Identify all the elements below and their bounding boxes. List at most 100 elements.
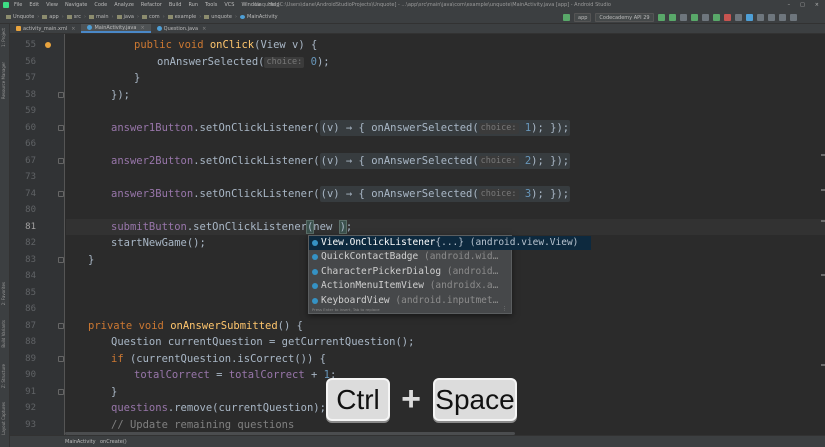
completion-hint: Press Enter to insert, Tab to replace xyxy=(312,307,380,312)
menu-edit[interactable]: Edit xyxy=(29,0,39,10)
scroll-marker[interactable] xyxy=(821,154,825,156)
maximize-icon[interactable]: □ xyxy=(800,0,805,10)
parameter-hint: choice: xyxy=(264,56,305,68)
fold-icon[interactable] xyxy=(58,257,64,263)
hammer-build-icon[interactable] xyxy=(563,13,570,21)
code-line: Question currentQuestion = getCurrentQue… xyxy=(111,336,415,348)
completion-item[interactable]: QuickContactBadge (android.wid… xyxy=(309,250,511,264)
line-number-gutter[interactable]: 55 56 57 58 59 60 66 67 73 74 80 81 82 8… xyxy=(10,34,65,435)
scroll-marker[interactable] xyxy=(821,364,825,366)
line-number: 91 xyxy=(25,386,36,397)
parameter-hint: choice: xyxy=(478,155,519,167)
crumb-example[interactable]: example xyxy=(168,10,197,24)
breadcrumb-method[interactable]: onCreate() xyxy=(100,436,127,447)
tab-mainactivity-java[interactable]: MainActivity.java × xyxy=(81,23,151,33)
override-marker-icon[interactable] xyxy=(45,42,51,48)
class-icon xyxy=(312,297,318,304)
fold-icon[interactable] xyxy=(58,191,64,197)
line-number: 85 xyxy=(25,287,36,298)
menu-build[interactable]: Build xyxy=(169,0,182,10)
fold-icon[interactable] xyxy=(58,92,64,98)
crumb-src[interactable]: src xyxy=(67,10,81,24)
scroll-marker[interactable] xyxy=(821,189,825,191)
run-config-select[interactable]: app xyxy=(574,12,592,22)
debug-icon[interactable] xyxy=(690,13,698,21)
menu-code[interactable]: Code xyxy=(94,0,107,10)
fold-icon[interactable] xyxy=(58,158,64,164)
completion-item[interactable]: ActionMenuItemView (androidx.a… xyxy=(309,279,511,293)
line-number: 60 xyxy=(25,122,36,133)
menu-file[interactable]: File xyxy=(14,0,22,10)
interface-icon xyxy=(312,240,318,246)
apply-changes-icon[interactable] xyxy=(668,13,676,21)
device-file-icon[interactable] xyxy=(778,13,786,21)
completion-item[interactable]: KeyboardView (android.inputmet… xyxy=(309,294,511,308)
folded-lambda[interactable]: (v) → { onAnswerSelected(choice: 3); }); xyxy=(319,185,571,202)
fold-icon[interactable] xyxy=(58,125,64,131)
more-options-icon[interactable]: ⋮ xyxy=(502,306,507,312)
current-line-number: 81 xyxy=(25,221,36,232)
menu-run[interactable]: Run xyxy=(188,0,198,10)
line-number: 55 xyxy=(25,40,36,50)
line-number: 59 xyxy=(25,106,36,116)
sync-icon[interactable] xyxy=(734,13,742,21)
ctrl-keycap: Ctrl xyxy=(326,378,390,421)
tab-question-java[interactable]: Question.java × xyxy=(151,24,213,33)
menu-navigate[interactable]: Navigate xyxy=(65,0,87,10)
menu-analyze[interactable]: Analyze xyxy=(114,0,134,10)
current-code-line: submitButton.setOnClickListener(new ); xyxy=(66,218,825,235)
menu-bar: File Edit View Navigate Code Analyze Ref… xyxy=(14,0,280,10)
tab-activity-main-xml[interactable]: activity_main.xml × xyxy=(10,24,81,33)
search-icon[interactable] xyxy=(789,13,797,21)
line-number: 73 xyxy=(25,172,36,182)
layout-inspector-icon[interactable] xyxy=(767,13,775,21)
fold-icon[interactable] xyxy=(58,356,64,362)
fold-icon[interactable] xyxy=(58,389,64,395)
folded-lambda[interactable]: (v) → { onAnswerSelected(choice: 1); }); xyxy=(319,119,571,136)
code-line: answer3Button.setOnClickListener((v) → {… xyxy=(66,185,825,202)
code-line: answer2Button.setOnClickListener((v) → {… xyxy=(66,152,825,169)
stop-icon[interactable] xyxy=(723,13,731,21)
profile-icon[interactable] xyxy=(701,13,709,21)
minimize-icon[interactable]: – xyxy=(788,0,791,10)
completion-item-selected[interactable]: View.OnClickListener{...} (android.view.… xyxy=(309,236,591,251)
close-icon[interactable]: × xyxy=(815,0,819,10)
line-number: 83 xyxy=(25,254,36,265)
crumb-project[interactable]: Unquote xyxy=(6,10,34,24)
xml-file-icon xyxy=(16,26,21,31)
menu-refactor[interactable]: Refactor xyxy=(141,0,162,10)
completion-item[interactable]: CharacterPickerDialog (android… xyxy=(309,265,511,279)
window-title: Unquote [C:\Users\dane\AndroidStudioProj… xyxy=(255,2,611,8)
close-tab-icon[interactable]: × xyxy=(71,24,75,34)
device-select[interactable]: Codecademy API 29 xyxy=(595,12,654,22)
avd-manager-icon[interactable] xyxy=(745,13,753,21)
line-number: 82 xyxy=(25,238,36,248)
scroll-marker[interactable] xyxy=(821,220,825,222)
folded-lambda[interactable]: (v) → { onAnswerSelected(choice: 2); }); xyxy=(319,152,571,169)
line-number: 84 xyxy=(25,271,36,281)
close-tab-icon[interactable]: × xyxy=(202,24,206,34)
sdk-manager-icon[interactable] xyxy=(756,13,764,21)
code-completion-popup[interactable]: View.OnClickListener{...} (android.view.… xyxy=(308,235,591,314)
java-class-icon xyxy=(156,26,162,31)
close-tab-icon[interactable]: × xyxy=(140,23,144,33)
error-stripe[interactable] xyxy=(821,34,825,435)
apply-code-changes-icon[interactable] xyxy=(679,13,687,21)
scroll-marker[interactable] xyxy=(821,274,825,276)
line-number: 67 xyxy=(25,155,36,166)
menu-tools[interactable]: Tools xyxy=(205,0,217,10)
crumb-unquote[interactable]: unquote xyxy=(204,10,232,24)
parameter-hint: choice: xyxy=(478,122,519,134)
crumb-mainactivity[interactable]: MainActivity xyxy=(240,10,278,24)
attach-debugger-icon[interactable] xyxy=(712,13,720,21)
crumb-module[interactable]: app xyxy=(42,10,58,24)
menu-vcs[interactable]: VCS xyxy=(224,0,234,10)
fold-icon[interactable] xyxy=(58,323,64,329)
menu-view[interactable]: View xyxy=(46,0,58,10)
editor-breadcrumb-bar: MainActivity onCreate() xyxy=(10,435,825,447)
crumb-com[interactable]: com xyxy=(142,10,160,24)
breadcrumb-class[interactable]: MainActivity xyxy=(65,436,96,447)
line-number: 88 xyxy=(25,337,36,347)
line-number: 86 xyxy=(25,304,36,314)
run-icon[interactable] xyxy=(657,13,665,21)
